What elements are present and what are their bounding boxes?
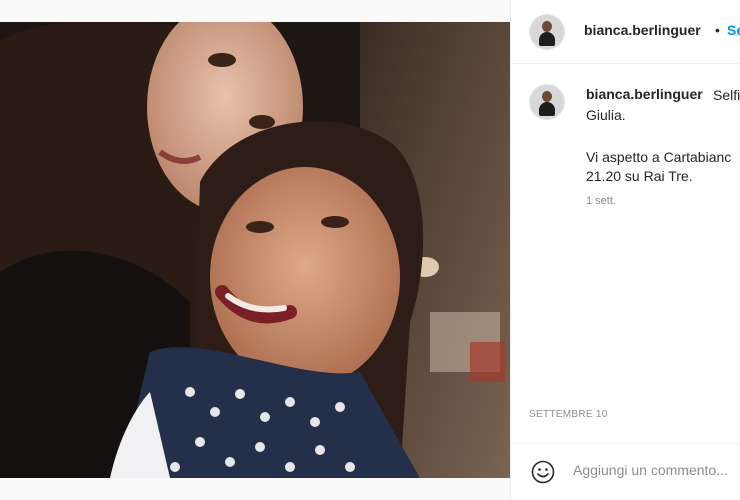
selfie-photo [0,22,510,478]
header-username-link[interactable]: bianca.berlinguer [584,22,701,38]
comment-bar: Aggiungi un commento... [511,443,740,500]
comment-input[interactable]: Aggiungi un commento... [573,462,728,478]
caption-text-line4: 21.20 su Rai Tre. [586,168,693,184]
header-separator: • [715,22,720,38]
avatar[interactable] [529,14,565,50]
instagram-post: bianca.berlinguer • Se bianca.berlinguer… [0,0,740,500]
post-sidebar: bianca.berlinguer • Se bianca.berlinguer… [510,0,740,500]
follow-button[interactable]: Se [727,22,740,38]
post-header: bianca.berlinguer • Se [511,0,740,64]
caption-avatar[interactable] [529,84,565,120]
caption-text-line3: Vi aspetto a Cartabianc [586,149,732,165]
smiley-icon[interactable] [531,460,555,484]
caption-text-line1: Selfi [713,87,740,103]
caption-time-ago[interactable]: 1 sett. [586,195,616,207]
caption-text-line2: Giulia. [586,107,626,123]
post-date[interactable]: SETTEMBRE 10 [529,409,608,420]
post-photo[interactable] [0,22,510,478]
caption-username-link[interactable]: bianca.berlinguer [586,86,703,102]
